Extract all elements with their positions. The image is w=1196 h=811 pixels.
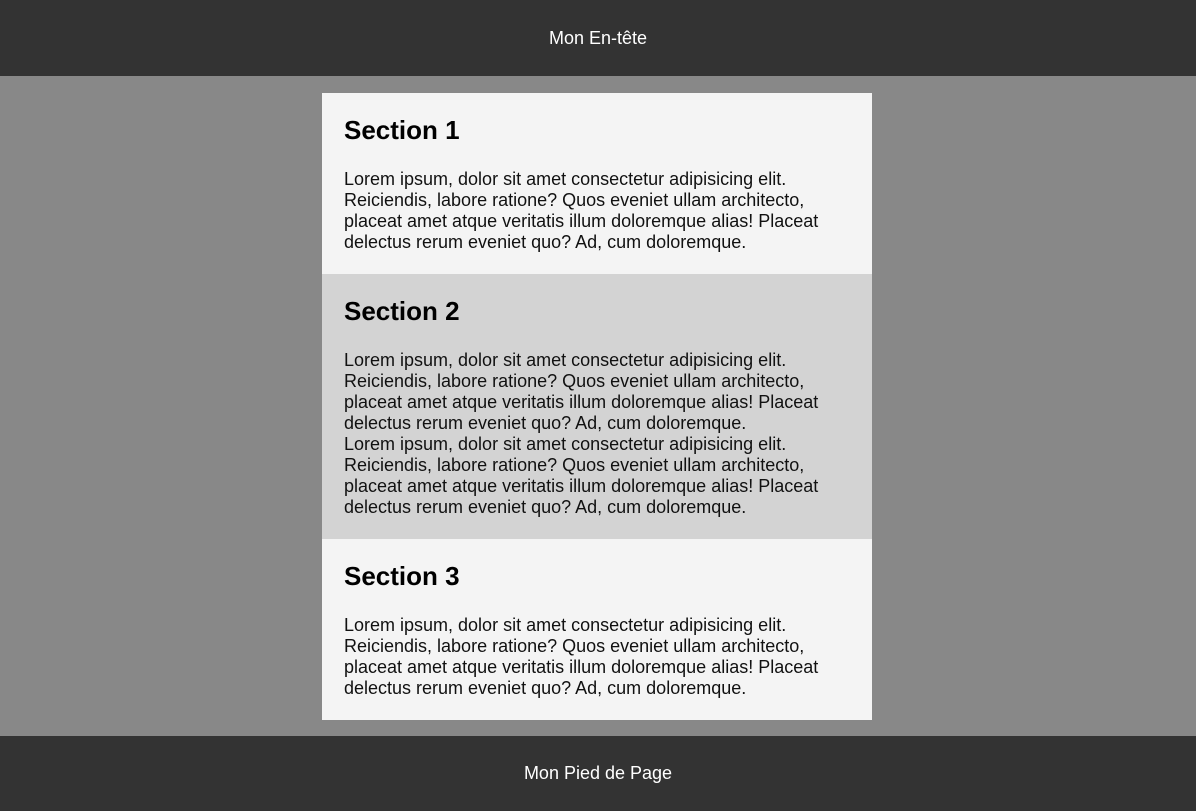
site-header: Mon En-tête [0, 0, 1196, 76]
section-2: Section 2 Lorem ipsum, dolor sit amet co… [322, 274, 872, 539]
main-content: Section 1 Lorem ipsum, dolor sit amet co… [322, 93, 872, 720]
section-1-text: Lorem ipsum, dolor sit amet consectetur … [344, 169, 850, 253]
section-1-paragraph-1: Lorem ipsum, dolor sit amet consectetur … [344, 169, 819, 252]
section-2-title: Section 2 [344, 296, 460, 326]
section-1: Section 1 Lorem ipsum, dolor sit amet co… [322, 93, 872, 274]
section-2-text: Lorem ipsum, dolor sit amet consectetur … [344, 350, 850, 518]
section-2-paragraph-1: Lorem ipsum, dolor sit amet consectetur … [344, 350, 819, 433]
section-1-title: Section 1 [344, 115, 460, 145]
section-3-paragraph-1: Lorem ipsum, dolor sit amet consectetur … [344, 615, 819, 698]
section-3: Section 3 Lorem ipsum, dolor sit amet co… [322, 539, 872, 720]
section-3-title: Section 3 [344, 561, 460, 591]
header-title: Mon En-tête [548, 27, 648, 48]
footer-text: Mon Pied de Page [523, 763, 673, 783]
section-2-paragraph-2: Lorem ipsum, dolor sit amet consectetur … [344, 434, 819, 517]
section-3-text: Lorem ipsum, dolor sit amet consectetur … [344, 615, 850, 699]
site-footer: Mon Pied de Page [0, 736, 1196, 811]
